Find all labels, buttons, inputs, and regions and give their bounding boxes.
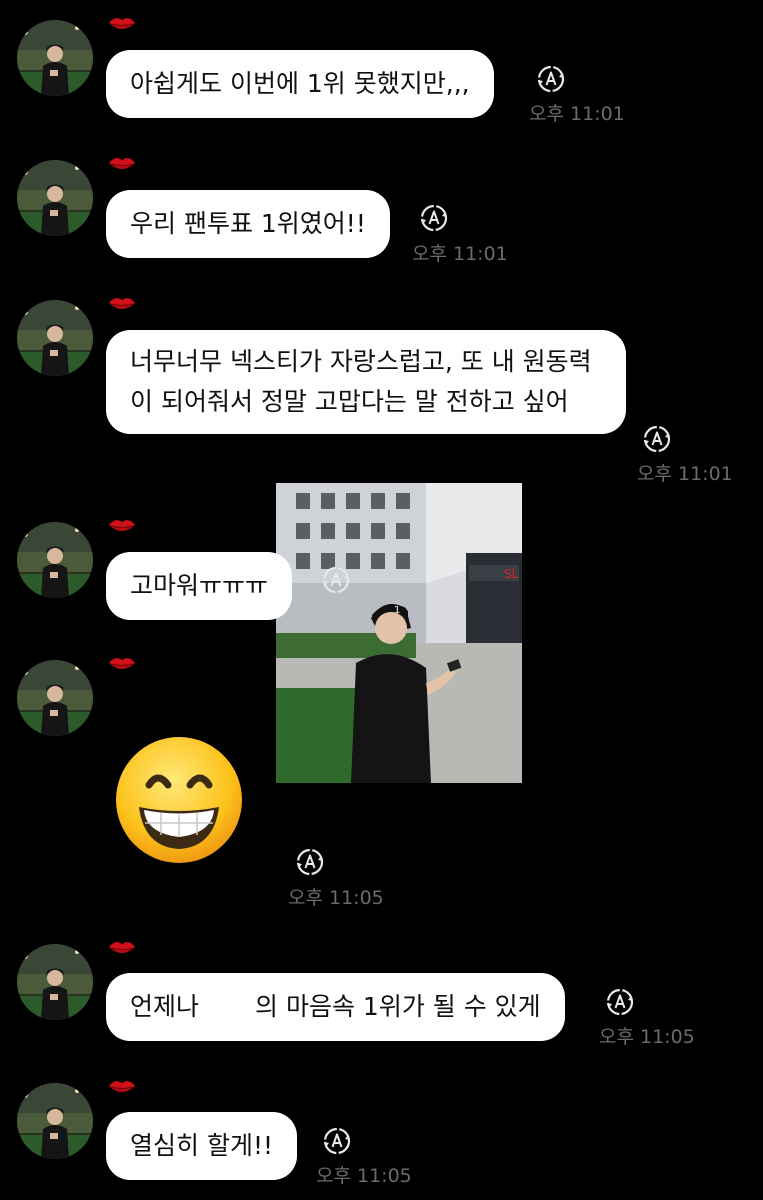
avatar-image (17, 20, 93, 96)
lips-icon (108, 657, 136, 670)
message-bubble[interactable]: 고마워ㅠㅠㅠ (106, 552, 293, 620)
avatar-image (17, 660, 93, 736)
photo-image: SL 1 (276, 483, 522, 783)
auto-translate-icon[interactable] (537, 65, 565, 93)
avatar[interactable] (17, 660, 93, 736)
shared-photo[interactable]: SL 1 (276, 483, 522, 783)
store-sign: SL (504, 567, 519, 581)
auto-translate-icon[interactable] (643, 425, 671, 453)
auto-translate-icon[interactable] (323, 1127, 351, 1155)
avatar[interactable] (17, 160, 93, 236)
message-bubble[interactable]: 언제나 의 마음속 1위가 될 수 있게 (106, 973, 565, 1041)
grinning-face-emoji[interactable] (114, 735, 244, 865)
message-time: 오후 11:01 (529, 103, 625, 125)
message-time: 오후 11:05 (288, 887, 384, 909)
photo-number: 1 (394, 605, 400, 616)
avatar-image (17, 944, 93, 1020)
lips-icon (108, 297, 136, 310)
message-bubble[interactable]: 열심히 할게!! (106, 1112, 297, 1180)
avatar-image (17, 522, 93, 598)
avatar-image (17, 300, 93, 376)
lips-icon (108, 1080, 136, 1093)
avatar[interactable] (17, 522, 93, 598)
message-bubble[interactable]: 아쉽게도 이번에 1위 못했지만,,, (106, 50, 494, 118)
auto-translate-icon[interactable] (606, 988, 634, 1016)
avatar[interactable] (17, 1083, 93, 1159)
message-text-end: 의 마음속 1위가 될 수 있게 (255, 992, 541, 1021)
message-bubble[interactable]: 우리 팬투표 1위였어!! (106, 190, 390, 258)
avatar-image (17, 160, 93, 236)
avatar[interactable] (17, 944, 93, 1020)
lips-icon (108, 17, 136, 30)
message-text-start: 언제나 (130, 992, 200, 1021)
lips-icon (108, 941, 136, 954)
lips-icon (108, 519, 136, 532)
message-time: 오후 11:05 (316, 1165, 412, 1187)
avatar[interactable] (17, 20, 93, 96)
message-bubble[interactable]: 너무너무 넥스티가 자랑스럽고, 또 내 원동력이 되어줘서 정말 고맙다는 말… (106, 330, 626, 434)
avatar[interactable] (17, 300, 93, 376)
avatar-image (17, 1083, 93, 1159)
auto-translate-icon[interactable] (296, 848, 324, 876)
message-time: 오후 11:01 (412, 243, 508, 265)
lips-icon (108, 157, 136, 170)
message-time: 오후 11:05 (599, 1026, 695, 1048)
auto-translate-icon[interactable] (420, 204, 448, 232)
message-time: 오후 11:01 (637, 463, 733, 485)
auto-translate-icon[interactable] (322, 566, 350, 594)
